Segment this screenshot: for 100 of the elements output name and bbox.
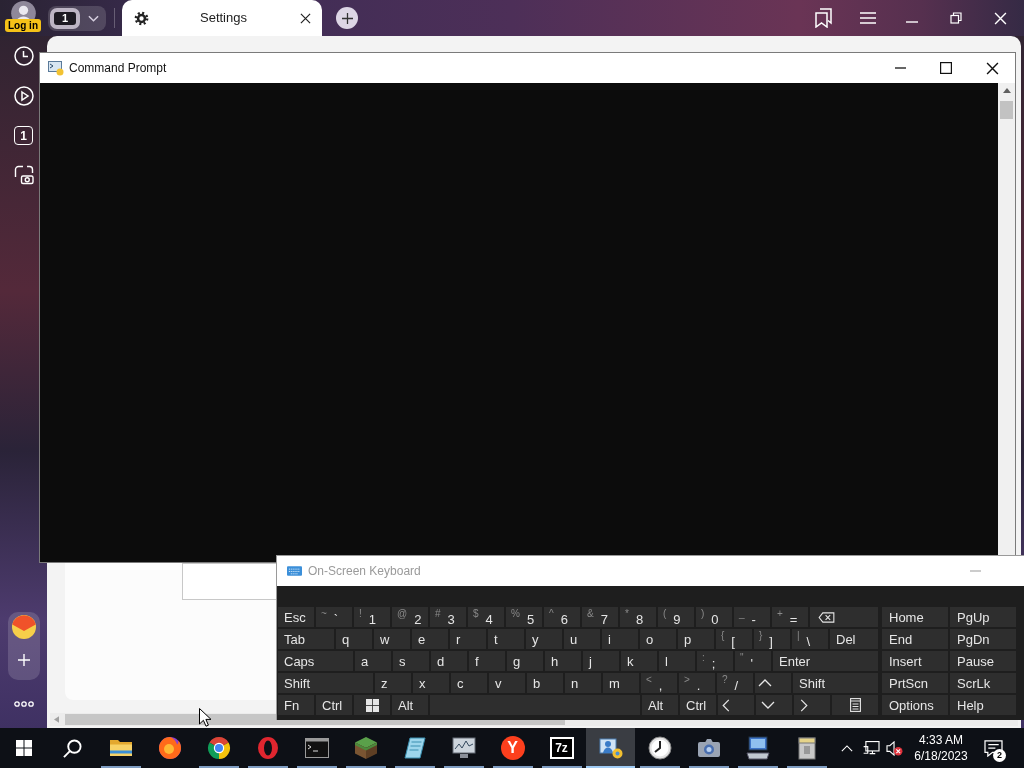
tab-count: 1 <box>50 7 80 29</box>
keyboard-key[interactable]: + = <box>772 607 808 627</box>
keyboard-key[interactable]: y <box>526 629 562 649</box>
round-envelope-icon[interactable] <box>11 615 36 639</box>
more-icon[interactable] <box>13 701 34 707</box>
keyboard-key[interactable]: End <box>882 629 948 649</box>
new-tab-button[interactable] <box>336 7 358 29</box>
taskbar-app-button[interactable]: 7z <box>537 728 586 768</box>
keyboard-key[interactable] <box>718 695 754 715</box>
keyboard-key[interactable]: Options <box>882 695 948 715</box>
play-icon[interactable] <box>13 86 34 106</box>
keyboard-key[interactable]: ~ ` <box>316 607 352 627</box>
keyboard-key[interactable]: Shift <box>278 673 373 693</box>
keyboard-key[interactable]: f <box>469 651 505 671</box>
keyboard-key[interactable]: o <box>640 629 676 649</box>
taskbar-app-button[interactable]: Y <box>488 728 537 768</box>
keyboard-key[interactable]: ^ 6 <box>544 607 580 627</box>
keyboard-key[interactable]: : ; <box>697 651 733 671</box>
keyboard-key[interactable]: < , <box>641 673 677 693</box>
keyboard-key[interactable]: Home <box>882 607 948 627</box>
keyboard-key[interactable]: Alt <box>392 695 428 715</box>
login-button[interactable]: Log in <box>5 19 41 32</box>
keyboard-key[interactable]: % 5 <box>506 607 542 627</box>
keyboard-key[interactable]: $ 4 <box>468 607 504 627</box>
tab-counter-button[interactable]: 1 <box>48 5 106 31</box>
keyboard-key[interactable]: e <box>412 629 448 649</box>
taskbar-app-button[interactable] <box>586 728 635 768</box>
keyboard-key[interactable]: Tab <box>278 629 334 649</box>
keyboard-key[interactable]: PrtScn <box>882 673 948 693</box>
keyboard-key[interactable]: s <box>393 651 429 671</box>
keyboard-key[interactable]: ! 1 <box>354 607 390 627</box>
clock-icon[interactable] <box>13 46 34 66</box>
keyboard-key[interactable]: i <box>602 629 638 649</box>
keyboard-key[interactable]: l <box>659 651 695 671</box>
segmented-circle-icon <box>206 736 231 760</box>
keyboard-key[interactable]: { [ <box>716 629 752 649</box>
keyboard-key[interactable]: v <box>489 673 525 693</box>
plus-icon[interactable] <box>17 654 30 666</box>
keyboard-key[interactable]: Pause <box>950 651 1016 671</box>
keyboard-key[interactable]: w <box>374 629 410 649</box>
keyboard-key[interactable]: Help <box>950 695 1016 715</box>
keyboard-key[interactable]: b <box>527 673 563 693</box>
keyboard-key[interactable]: r <box>450 629 486 649</box>
keyboard-key[interactable]: _ - <box>734 607 770 627</box>
keyboard-key[interactable]: a <box>355 651 391 671</box>
keyboard-key[interactable]: p <box>678 629 714 649</box>
network-icon <box>862 740 880 756</box>
keyboard-key[interactable]: PgUp <box>950 607 1016 627</box>
minimize-icon <box>906 21 918 23</box>
keyboard-key[interactable]: x <box>413 673 449 693</box>
keyboard-key[interactable]: t <box>488 629 524 649</box>
keyboard-key[interactable]: j <box>583 651 619 671</box>
keyboard-key[interactable]: Ctrl <box>680 695 716 715</box>
keyboard-key[interactable]: q <box>336 629 372 649</box>
keyboard-key[interactable]: Fn <box>278 695 314 715</box>
scroll-up-icon[interactable] <box>1002 88 1011 93</box>
keyboard-key[interactable]: d <box>431 651 467 671</box>
screenshot-icon[interactable] <box>13 165 34 185</box>
keyboard-key[interactable]: ScrLk <box>950 673 1016 693</box>
keyboard-key[interactable]: n <box>565 673 601 693</box>
keyboard-key[interactable]: ( 9 <box>658 607 694 627</box>
keyboard-key[interactable] <box>354 695 390 715</box>
keyboard-key[interactable]: PgDn <box>950 629 1016 649</box>
keyboard-icon <box>287 566 302 576</box>
browser-tab[interactable]: Settings <box>122 0 322 36</box>
keyboard-key[interactable]: Esc <box>278 607 314 627</box>
keyboard-key[interactable]: c <box>451 673 487 693</box>
keyboard-key[interactable]: Caps <box>278 651 353 671</box>
keyboard-key[interactable]: " ' <box>735 651 771 671</box>
keyboard-key[interactable]: Del <box>830 629 878 649</box>
keyboard-key[interactable]: k <box>621 651 657 671</box>
keyboard-key[interactable]: ) 0 <box>696 607 732 627</box>
keyboard-key[interactable]: Shift <box>793 673 878 693</box>
keyboard-key[interactable]: Insert <box>882 651 948 671</box>
taskbar-clock[interactable]: 4:33 AM 6/18/2023 <box>905 728 977 768</box>
close-tab-button[interactable] <box>298 11 312 25</box>
keyboard-key[interactable]: z <box>375 673 411 693</box>
tab-count-button[interactable]: 1 <box>14 126 33 145</box>
keyboard-key[interactable] <box>810 607 878 627</box>
keyboard-key[interactable]: ? / <box>717 673 753 693</box>
keyboard-key[interactable]: g <box>507 651 543 671</box>
grass-block-icon <box>353 736 378 760</box>
keyboard-key[interactable] <box>832 695 878 715</box>
keyboard-key[interactable]: | \ <box>792 629 828 649</box>
keyboard-key[interactable]: } ] <box>754 629 790 649</box>
keyboard-key[interactable]: h <box>545 651 581 671</box>
scrollbar-thumb[interactable] <box>1000 101 1013 119</box>
plus-icon <box>341 12 353 24</box>
keyboard-key[interactable]: # 3 <box>430 607 466 627</box>
keyboard-key[interactable]: u <box>564 629 600 649</box>
keyboard-key[interactable]: Ctrl <box>316 695 352 715</box>
keyboard-key[interactable]: Enter <box>773 651 878 671</box>
keyboard-key[interactable] <box>794 695 830 715</box>
keyboard-key[interactable]: * 8 <box>620 607 656 627</box>
keyboard-key[interactable]: @ 2 <box>392 607 428 627</box>
keyboard-key[interactable]: > . <box>679 673 715 693</box>
keyboard-key[interactable]: Alt <box>642 695 678 715</box>
keyboard-key[interactable]: & 7 <box>582 607 618 627</box>
keyboard-key[interactable]: m <box>603 673 639 693</box>
notifications-button[interactable]: 2 <box>977 728 1009 768</box>
